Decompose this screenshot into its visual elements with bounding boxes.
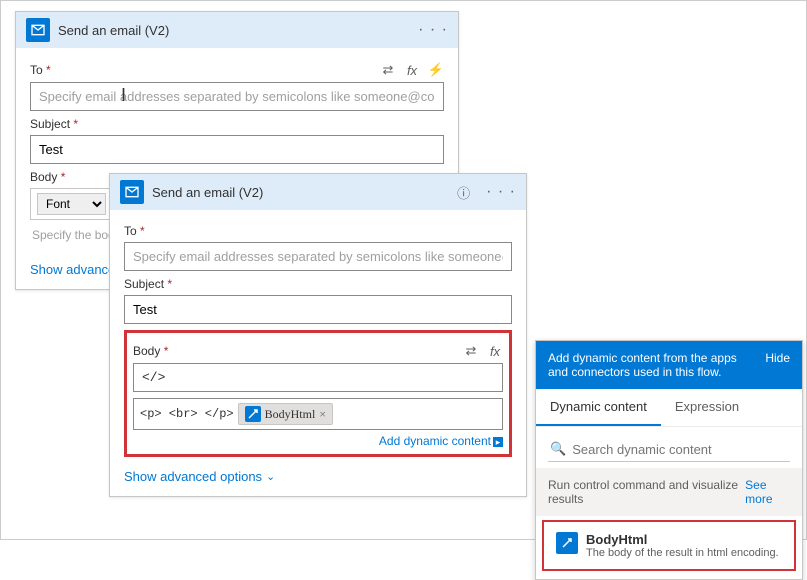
- remove-token-icon[interactable]: ×: [319, 407, 326, 422]
- search-icon: 🔍: [550, 441, 566, 457]
- card-header: Send an email (V2) ⓘ · · ·: [110, 174, 526, 210]
- body-label: Body *: [30, 170, 65, 184]
- dynamic-panel-header: Add dynamic content from the apps and co…: [536, 341, 802, 389]
- font-select[interactable]: Font: [37, 193, 106, 215]
- add-dynamic-content-link[interactable]: Add dynamic content▸: [133, 434, 503, 448]
- tab-dynamic-content[interactable]: Dynamic content: [536, 389, 661, 426]
- bodyhtml-token[interactable]: BodyHtml ×: [238, 403, 333, 425]
- fx-icon[interactable]: fx: [404, 62, 420, 78]
- token-label: BodyHtml: [265, 407, 316, 422]
- body-code-input[interactable]: </>: [133, 363, 503, 392]
- connector-icon: [556, 532, 578, 554]
- search-input[interactable]: [572, 442, 788, 457]
- card-title: Send an email (V2): [152, 185, 449, 200]
- to-label: To *: [30, 63, 51, 77]
- dynamic-panel-title: Add dynamic content from the apps and co…: [548, 351, 757, 379]
- connector-icon: [245, 406, 261, 422]
- section-header: Run control command and visualize result…: [536, 468, 802, 516]
- fx-icon[interactable]: fx: [487, 343, 503, 359]
- subject-input[interactable]: [124, 295, 512, 324]
- lightning-icon[interactable]: ⚡: [428, 62, 444, 78]
- tab-expression[interactable]: Expression: [661, 389, 753, 426]
- subject-input[interactable]: [30, 135, 444, 164]
- card-title: Send an email (V2): [58, 23, 410, 38]
- to-input[interactable]: [30, 82, 444, 111]
- subject-label: Subject *: [30, 117, 78, 131]
- switch-mode-icon[interactable]: ⇄: [463, 343, 479, 359]
- more-menu[interactable]: · · ·: [486, 183, 516, 201]
- card-body: To * Subject * Body * ⇄ fx </> <p> <br> …: [110, 210, 526, 496]
- body-html-prefix: <p> <br> </p>: [140, 407, 234, 421]
- body-label: Body *: [133, 344, 168, 358]
- switch-mode-icon[interactable]: ⇄: [380, 62, 396, 78]
- card-header: Send an email (V2) · · ·: [16, 12, 458, 48]
- outlook-icon: [26, 18, 50, 42]
- body-token-row[interactable]: <p> <br> </p> BodyHtml ×: [133, 398, 503, 430]
- dynamic-item-bodyhtml[interactable]: BodyHtml The body of the result in html …: [542, 520, 796, 571]
- dynamic-tabs: Dynamic content Expression: [536, 389, 802, 427]
- subject-label: Subject *: [124, 277, 172, 291]
- body-highlighted-frame: Body * ⇄ fx </> <p> <br> </p> BodyHtml ×…: [124, 330, 512, 457]
- to-label: To *: [124, 224, 145, 238]
- search-box: 🔍: [548, 437, 790, 462]
- info-icon[interactable]: ⓘ: [457, 183, 470, 202]
- item-subtitle: The body of the result in html encoding.: [586, 547, 779, 559]
- section-title: Run control command and visualize result…: [548, 478, 745, 506]
- send-email-card-front: Send an email (V2) ⓘ · · · To * Subject …: [109, 173, 527, 497]
- show-advanced-link[interactable]: Show advanced options ⌄: [124, 469, 512, 484]
- more-menu[interactable]: · · ·: [418, 21, 448, 39]
- dynamic-content-panel: Add dynamic content from the apps and co…: [535, 340, 803, 580]
- hide-link[interactable]: Hide: [765, 351, 790, 379]
- caret-icon: ▸: [493, 437, 503, 447]
- chevron-down-icon: ⌄: [266, 470, 275, 483]
- to-input[interactable]: [124, 242, 512, 271]
- see-more-link[interactable]: See more: [745, 478, 790, 506]
- outlook-icon: [120, 180, 144, 204]
